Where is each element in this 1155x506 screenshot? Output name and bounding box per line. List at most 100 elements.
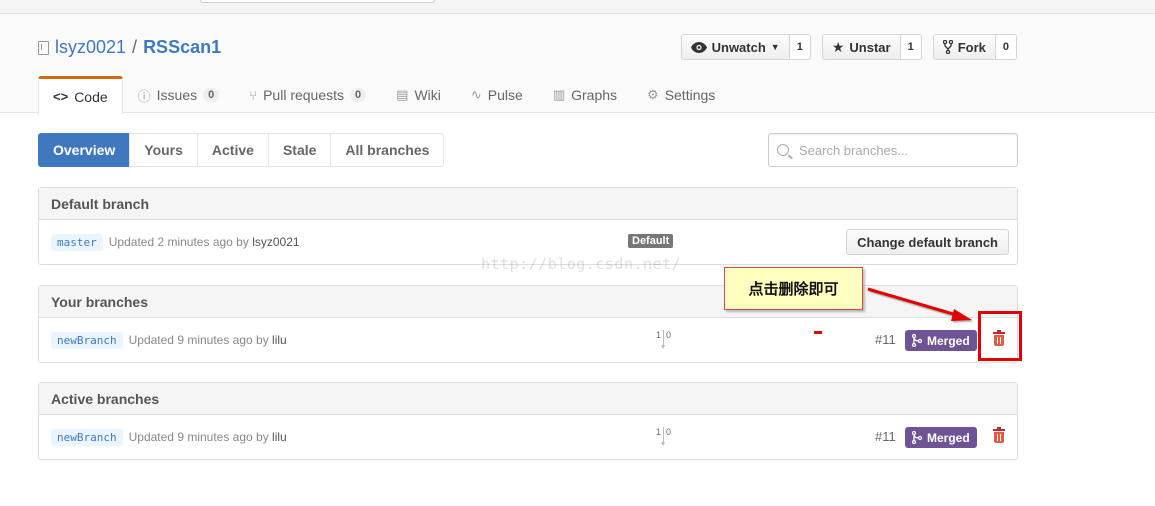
annotation-highlight-box bbox=[978, 311, 1022, 361]
repo-title-separator: / bbox=[132, 37, 138, 57]
subnav-stale[interactable]: Stale bbox=[267, 133, 332, 167]
tab-pull-requests-label: Pull requests bbox=[263, 87, 345, 103]
ahead-behind-indicator: 1 0 bbox=[656, 427, 672, 446]
repo-actions: Unwatch ▼ 1 ★ Unstar 1 Fork 0 bbox=[680, 34, 1017, 60]
tab-pulse-label: Pulse bbox=[487, 87, 523, 103]
ahead-behind-divider bbox=[661, 330, 666, 349]
tab-pulse[interactable]: ∿ Pulse bbox=[456, 76, 538, 113]
branch-updated-meta: Updated 9 minutes ago by lilu bbox=[129, 333, 287, 347]
pull-request-number-link[interactable]: #11 bbox=[875, 332, 896, 347]
branch-link-master[interactable]: master bbox=[51, 233, 103, 251]
repo-icon bbox=[38, 40, 49, 55]
default-branch-box: Default branch master Updated 2 minutes … bbox=[38, 187, 1018, 265]
git-merge-icon bbox=[912, 334, 922, 347]
tab-code-label: Code bbox=[74, 88, 108, 105]
tab-graphs[interactable]: ▥ Graphs bbox=[538, 76, 632, 113]
git-merge-icon bbox=[912, 431, 922, 444]
change-default-branch-button[interactable]: Change default branch bbox=[846, 229, 1009, 255]
tab-issues-label: Issues bbox=[156, 87, 198, 103]
stargazers-count[interactable]: 1 bbox=[900, 35, 921, 59]
updated-text: Updated 9 minutes ago by bbox=[128, 333, 269, 347]
branch-row-newbranch: newBranch Updated 9 minutes ago by lilu … bbox=[39, 415, 1017, 459]
merged-label: Merged bbox=[927, 430, 970, 445]
tab-settings[interactable]: ⚙ Settings bbox=[632, 76, 730, 113]
search-branches-input[interactable] bbox=[797, 141, 997, 159]
gear-icon: ⚙ bbox=[647, 87, 659, 102]
global-search-input[interactable] bbox=[200, 0, 435, 3]
branch-link-newbranch[interactable]: newBranch bbox=[51, 331, 123, 349]
default-badge: Default bbox=[628, 234, 674, 248]
branch-search[interactable] bbox=[768, 133, 1018, 167]
author-link[interactable]: lilu bbox=[272, 333, 287, 347]
ahead-count: 0 bbox=[666, 427, 672, 437]
pull-requests-counter: 0 bbox=[350, 88, 367, 102]
search-icon bbox=[777, 144, 789, 156]
github-logo-icon[interactable] bbox=[38, 0, 62, 3]
tab-code[interactable]: <> Code bbox=[38, 76, 123, 114]
fork-group: Fork 0 bbox=[932, 34, 1017, 60]
ahead-behind-divider bbox=[661, 427, 666, 446]
issues-counter: 0 bbox=[203, 88, 220, 102]
annotation-mark bbox=[814, 331, 822, 334]
merged-status-badge[interactable]: Merged bbox=[905, 427, 977, 448]
trash-lid bbox=[993, 427, 1005, 431]
default-branch-header: Default branch bbox=[39, 188, 1017, 220]
forks-count[interactable]: 0 bbox=[995, 35, 1016, 59]
global-header bbox=[0, 0, 1155, 14]
tab-pull-requests[interactable]: ⑂ Pull requests 0 bbox=[234, 76, 381, 113]
updated-text: Updated 2 minutes ago by bbox=[108, 235, 249, 249]
repo-title: lsyz0021 / RSScan1 bbox=[38, 37, 221, 58]
repo-name-link[interactable]: RSScan1 bbox=[143, 37, 221, 58]
pull-request-number-link[interactable]: #11 bbox=[875, 429, 896, 444]
author-link[interactable]: lilu bbox=[272, 430, 287, 444]
merged-label: Merged bbox=[927, 333, 970, 348]
ahead-behind-indicator: 1 0 bbox=[656, 330, 672, 349]
book-icon: ▤ bbox=[396, 87, 409, 102]
behind-count: 1 bbox=[656, 427, 662, 437]
updated-text: Updated 9 minutes ago by bbox=[128, 430, 269, 444]
star-icon: ★ bbox=[831, 38, 845, 55]
unstar-button[interactable]: ★ Unstar bbox=[822, 35, 901, 59]
subnav-overview[interactable]: Overview bbox=[38, 133, 131, 167]
merged-status-badge[interactable]: Merged bbox=[905, 330, 977, 351]
branch-updated-meta: Updated 9 minutes ago by lilu bbox=[129, 430, 287, 444]
fork-label: Fork bbox=[957, 39, 986, 55]
trash-icon[interactable] bbox=[993, 427, 1005, 443]
unwatch-label: Unwatch bbox=[711, 39, 766, 55]
subnav-active[interactable]: Active bbox=[196, 133, 269, 167]
author-link[interactable]: lsyz0021 bbox=[252, 235, 299, 249]
watchers-count[interactable]: 1 bbox=[789, 35, 810, 59]
pulse-icon: ∿ bbox=[470, 87, 482, 102]
tab-settings-label: Settings bbox=[664, 87, 716, 103]
repo-header: lsyz0021 / RSScan1 Unwatch ▼ 1 ★ Unstar … bbox=[0, 14, 1155, 114]
active-branches-header: Active branches bbox=[39, 383, 1017, 415]
tab-graphs-label: Graphs bbox=[571, 87, 618, 103]
annotation-arrow-icon bbox=[867, 287, 972, 321]
subnav-yours[interactable]: Yours bbox=[129, 133, 198, 167]
repo-nav-tabs: <> Code ⓘ Issues 0 ⑂ Pull requests 0 ▤ W… bbox=[38, 76, 730, 114]
tab-wiki-label: Wiki bbox=[414, 87, 441, 103]
graph-icon: ▥ bbox=[552, 87, 566, 102]
issue-icon: ⓘ bbox=[137, 88, 151, 104]
behind-count: 1 bbox=[656, 330, 662, 340]
tab-wiki[interactable]: ▤ Wiki bbox=[381, 76, 456, 113]
star-group: ★ Unstar 1 bbox=[821, 34, 922, 60]
annotation-callout: 点击删除即可 bbox=[724, 267, 863, 310]
chevron-down-icon: ▼ bbox=[770, 42, 780, 52]
branch-link-newbranch[interactable]: newBranch bbox=[51, 428, 123, 446]
ahead-count: 0 bbox=[666, 330, 672, 340]
watch-group: Unwatch ▼ 1 bbox=[680, 34, 811, 60]
subnav-all-branches[interactable]: All branches bbox=[330, 133, 445, 167]
repo-owner-link[interactable]: lsyz0021 bbox=[55, 37, 126, 58]
trash-can bbox=[994, 432, 1004, 443]
fork-icon bbox=[942, 40, 953, 54]
branches-subnav: Overview Yours Active Stale All branches bbox=[38, 133, 445, 167]
branch-updated-meta: Updated 2 minutes ago by lsyz0021 bbox=[109, 235, 300, 249]
watermark: http://blog.csdn.net/ bbox=[481, 255, 682, 273]
tab-issues[interactable]: ⓘ Issues 0 bbox=[123, 76, 235, 113]
active-branches-box: Active branches newBranch Updated 9 minu… bbox=[38, 382, 1018, 460]
unwatch-button[interactable]: Unwatch ▼ bbox=[681, 35, 790, 59]
unstar-label: Unstar bbox=[849, 39, 891, 55]
code-icon: <> bbox=[53, 89, 69, 104]
fork-button[interactable]: Fork bbox=[933, 35, 996, 59]
